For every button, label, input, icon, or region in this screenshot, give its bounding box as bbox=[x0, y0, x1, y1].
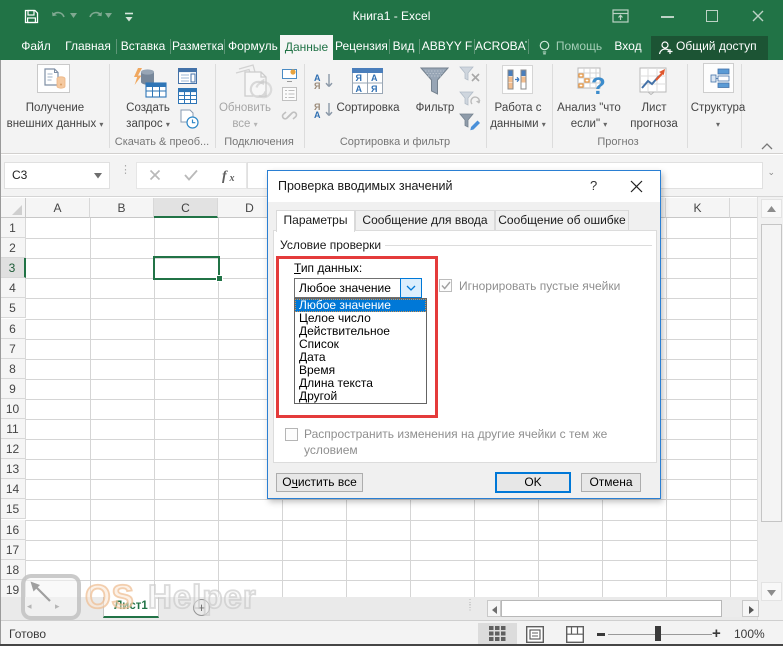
svg-text:Я: Я bbox=[371, 84, 377, 94]
svg-text:Я: Я bbox=[356, 73, 362, 83]
svg-text:Я: Я bbox=[314, 81, 320, 89]
svg-text:А: А bbox=[356, 84, 363, 94]
svg-text:?: ? bbox=[591, 73, 606, 96]
svg-text:А: А bbox=[314, 110, 321, 118]
svg-text:А: А bbox=[371, 73, 378, 83]
svg-text:f: f bbox=[222, 169, 228, 183]
svg-text:x: x bbox=[229, 173, 235, 183]
